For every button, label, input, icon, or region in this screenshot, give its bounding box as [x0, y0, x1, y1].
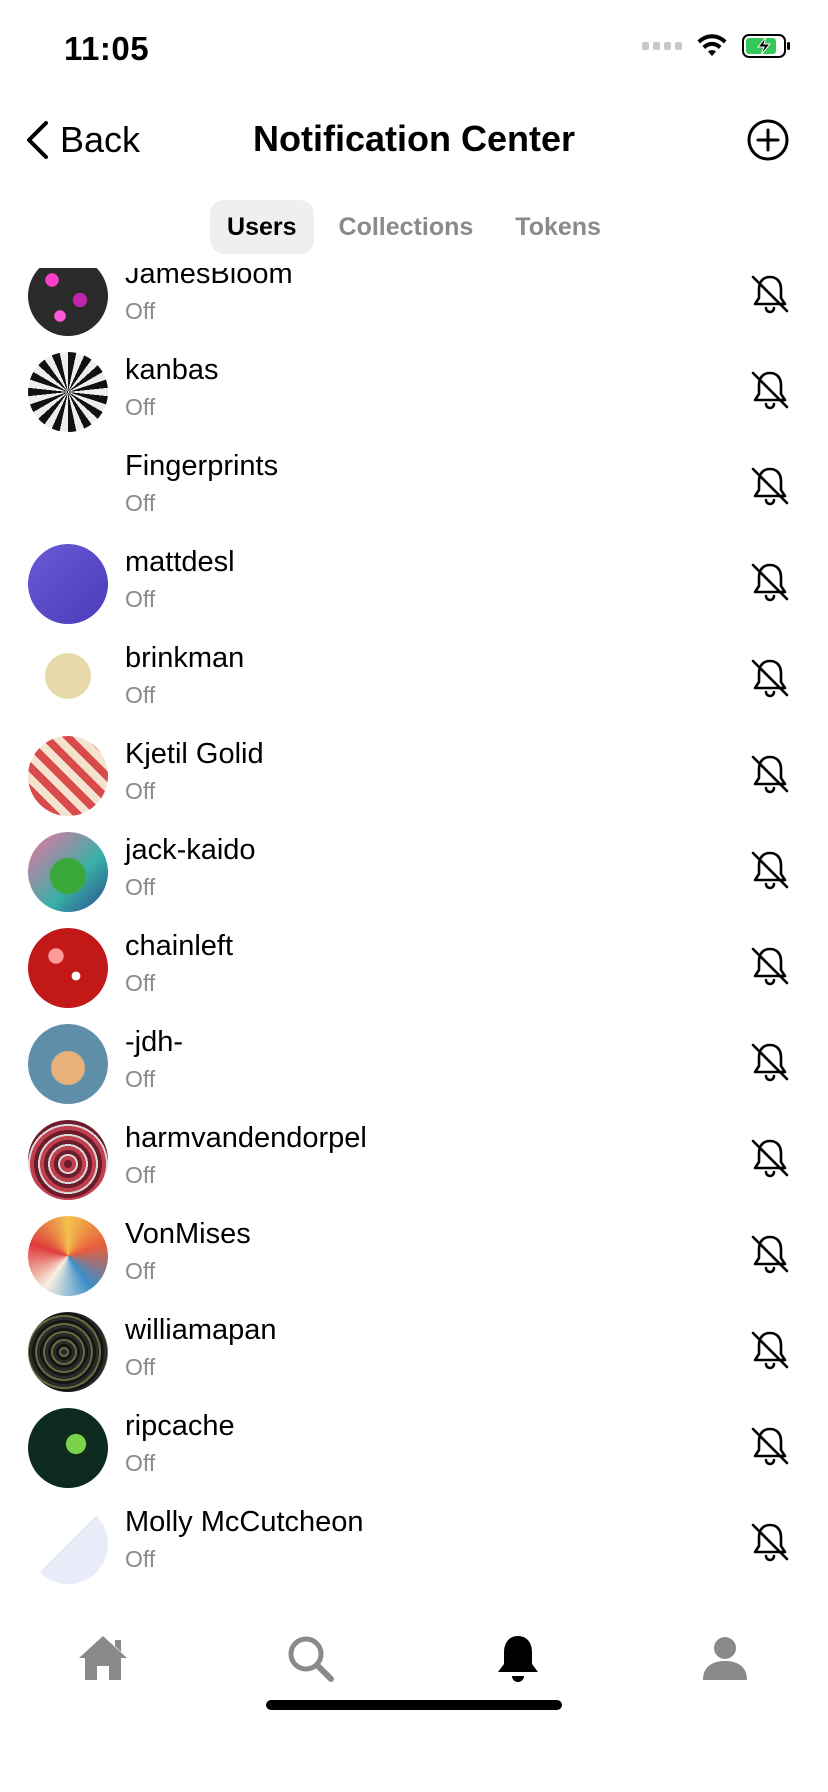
user-row[interactable]: Fingerprints Off: [0, 438, 828, 534]
user-avatar: [28, 640, 108, 720]
bell-slash-icon[interactable]: [748, 1328, 792, 1372]
user-avatar: [28, 448, 108, 528]
bell-slash-icon[interactable]: [748, 1040, 792, 1084]
user-name: VonMises: [125, 1218, 251, 1250]
home-icon[interactable]: [75, 1630, 131, 1686]
bell-slash-icon[interactable]: [748, 752, 792, 796]
user-avatar: [28, 928, 108, 1008]
bell-slash-icon[interactable]: [748, 560, 792, 604]
user-avatar: [28, 1120, 108, 1200]
user-row[interactable]: Kjetil Golid Off: [0, 726, 828, 822]
user-avatar: [28, 1504, 108, 1584]
user-name: jack-kaido: [125, 834, 256, 866]
notification-center-screen: 11:05 Back Notification Center Users Col…: [0, 0, 828, 1792]
back-label: Back: [60, 119, 141, 160]
notification-status: Off: [125, 682, 156, 708]
segment-tabs: Users Collections Tokens: [0, 200, 828, 254]
user-row[interactable]: kanbas Off: [0, 342, 828, 438]
user-row[interactable]: Molly McCutcheon Off: [0, 1494, 828, 1590]
user-list-content: JamesBloom Off kanbas Off Fingerprints Off …: [0, 268, 828, 1590]
battery-charging-icon: [742, 34, 790, 58]
bell-slash-icon[interactable]: [748, 1424, 792, 1468]
tab-tokens[interactable]: Tokens: [498, 200, 618, 254]
tab-collections[interactable]: Collections: [322, 200, 491, 254]
notification-status: Off: [125, 490, 156, 516]
notification-status: Off: [125, 970, 156, 996]
status-icons: [642, 34, 792, 58]
bell-icon[interactable]: [490, 1630, 546, 1686]
status-bar: 11:05: [0, 0, 828, 100]
back-button[interactable]: Back: [24, 116, 140, 164]
user-name: harmvandendorpel: [125, 1122, 367, 1154]
user-avatar: [28, 1408, 108, 1488]
user-name: kanbas: [125, 354, 219, 386]
user-row[interactable]: VonMises Off: [0, 1206, 828, 1302]
user-avatar: [28, 1312, 108, 1392]
user-name: Kjetil Golid: [125, 738, 264, 770]
user-row[interactable]: jack-kaido Off: [0, 822, 828, 918]
user-avatar: [28, 832, 108, 912]
bell-slash-icon[interactable]: [748, 1520, 792, 1564]
notification-status: Off: [125, 1546, 156, 1572]
user-name: ripcache: [125, 1410, 235, 1442]
user-row[interactable]: brinkman Off: [0, 630, 828, 726]
bell-slash-icon[interactable]: [748, 1136, 792, 1180]
user-avatar: [28, 268, 108, 336]
bell-slash-icon[interactable]: [748, 656, 792, 700]
notification-status: Off: [125, 778, 156, 804]
user-name: Fingerprints: [125, 450, 279, 482]
user-name: Molly McCutcheon: [125, 1506, 364, 1538]
status-time: 11:05: [64, 30, 150, 67]
chevron-left-icon: [27, 121, 48, 159]
home-indicator: [266, 1700, 562, 1710]
profile-icon[interactable]: [697, 1630, 753, 1686]
notification-status: Off: [125, 394, 156, 420]
notification-status: Off: [125, 1450, 156, 1476]
bell-slash-icon[interactable]: [748, 944, 792, 988]
bell-slash-icon[interactable]: [748, 272, 792, 316]
notification-status: Off: [125, 1258, 156, 1284]
notification-status: Off: [125, 1162, 156, 1188]
user-avatar: [28, 1216, 108, 1296]
user-row[interactable]: harmvandendorpel Off: [0, 1110, 828, 1206]
tab-users[interactable]: Users: [210, 200, 314, 254]
user-avatar: [28, 352, 108, 432]
user-avatar: [28, 736, 108, 816]
user-row[interactable]: mattdesl Off: [0, 534, 828, 630]
user-row[interactable]: williamapan Off: [0, 1302, 828, 1398]
navigation-bar: Back Notification Center: [0, 100, 828, 180]
user-list[interactable]: JamesBloom Off kanbas Off Fingerprints Off …: [0, 268, 828, 1592]
notification-status: Off: [125, 1066, 156, 1092]
cellular-signal-icon: [642, 42, 682, 50]
search-icon[interactable]: [282, 1630, 338, 1686]
notification-status: Off: [125, 298, 156, 324]
user-row[interactable]: JamesBloom Off: [0, 268, 828, 342]
wifi-icon: [697, 34, 727, 56]
user-name: brinkman: [125, 642, 245, 674]
user-avatar: [28, 1024, 108, 1104]
bell-slash-icon[interactable]: [748, 1232, 792, 1276]
user-avatar: [28, 544, 108, 624]
tab-bar: [0, 1600, 828, 1728]
user-name: -jdh-: [125, 1026, 184, 1058]
bell-slash-icon[interactable]: [748, 848, 792, 892]
user-name: mattdesl: [125, 546, 235, 578]
user-name: JamesBloom: [125, 268, 293, 290]
user-row[interactable]: ripcache Off: [0, 1398, 828, 1494]
notification-status: Off: [125, 874, 156, 900]
user-row[interactable]: chainleft Off: [0, 918, 828, 1014]
bell-slash-icon[interactable]: [748, 368, 792, 412]
user-name: williamapan: [125, 1314, 277, 1346]
notification-status: Off: [125, 586, 156, 612]
bell-slash-icon[interactable]: [748, 464, 792, 508]
notification-status: Off: [125, 1354, 156, 1380]
user-name: chainleft: [125, 930, 234, 962]
user-row[interactable]: -jdh- Off: [0, 1014, 828, 1110]
add-circle-icon[interactable]: [746, 118, 790, 162]
